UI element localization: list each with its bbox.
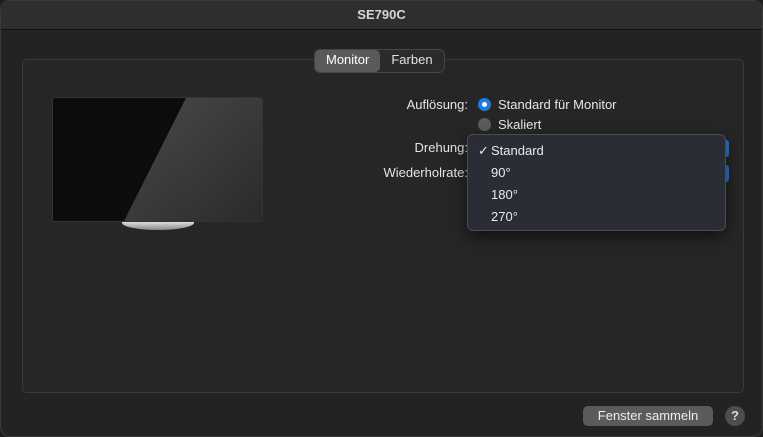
tab-farben[interactable]: Farben [380,50,443,72]
menu-item-standard[interactable]: ✓ Standard [468,140,725,162]
radio-selected-icon [478,98,491,111]
menu-item-180[interactable]: 180° [468,184,725,206]
tab-monitor[interactable]: Monitor [315,50,381,72]
radio-label: Skaliert [498,117,542,132]
menu-item-label: Standard [491,143,544,158]
rotation-dropdown-menu: ✓ Standard 90° 180° 270° [467,134,726,231]
display-settings-window: SE790C Monitor Farben Auflösung: Standar… [0,0,763,437]
menu-item-label: 90° [491,165,511,180]
refresh-rate-label: Wiederholrate: [383,165,468,180]
rotation-label: Drehung: [414,140,468,155]
help-icon[interactable]: ? [725,406,745,426]
menu-item-label: 180° [491,187,518,202]
radio-unselected-icon [478,118,491,131]
refresh-rate-popup-edge[interactable] [726,165,729,182]
window-title: SE790C [1,1,762,30]
tab-bar: Monitor Farben [314,49,445,73]
radio-label: Standard für Monitor [498,97,617,112]
menu-item-label: 270° [491,209,518,224]
radio-standard-for-monitor[interactable]: Standard für Monitor [478,97,617,112]
rotation-popup-edge[interactable] [726,140,729,157]
monitor-illustration [52,97,263,222]
gather-windows-button[interactable]: Fenster sammeln [583,406,713,426]
menu-item-90[interactable]: 90° [468,162,725,184]
resolution-label: Auflösung: [406,97,468,112]
checkmark-icon: ✓ [478,143,489,158]
menu-item-270[interactable]: 270° [468,206,725,228]
radio-scaled[interactable]: Skaliert [478,117,541,132]
